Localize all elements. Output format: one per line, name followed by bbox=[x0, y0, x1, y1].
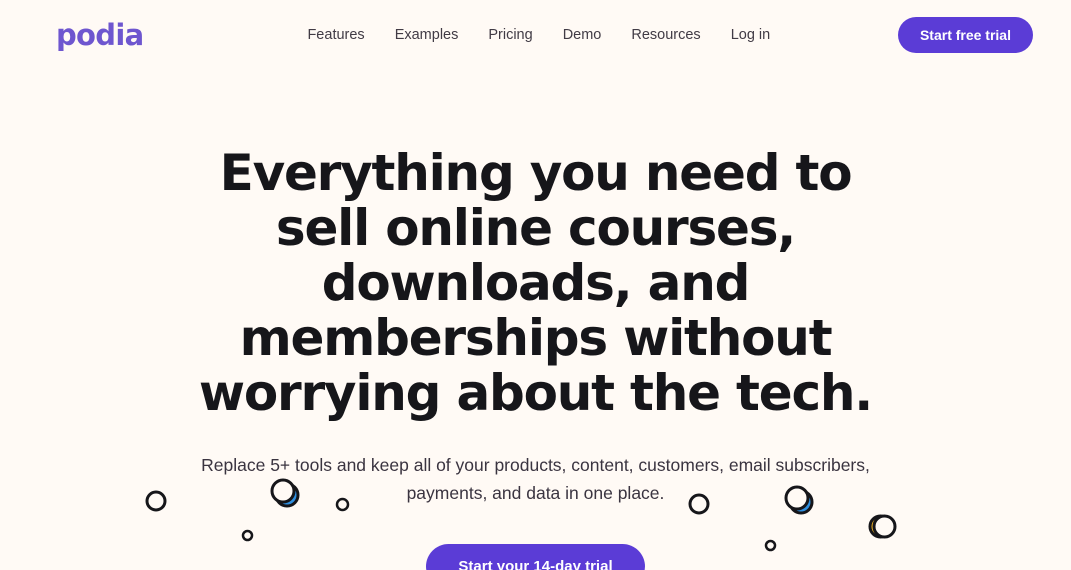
page-title: Everything you need to sell online cours… bbox=[198, 144, 873, 422]
hero-actions: Start your 14-day trial Join us for a li… bbox=[0, 543, 1071, 570]
main-navigation: Features Examples Pricing Demo Resources… bbox=[307, 28, 770, 43]
nav-item-examples[interactable]: Examples bbox=[395, 28, 459, 43]
podia-logo[interactable]: podia bbox=[56, 20, 144, 50]
nav-item-features[interactable]: Features bbox=[307, 28, 364, 43]
site-header: podia Features Examples Pricing Demo Res… bbox=[0, 0, 1071, 70]
nav-item-log-in[interactable]: Log in bbox=[731, 28, 771, 43]
header-start-free-trial-button[interactable]: Start free trial bbox=[897, 17, 1033, 53]
nav-item-demo[interactable]: Demo bbox=[563, 28, 602, 43]
hero-subtitle: Replace 5+ tools and keep all of your pr… bbox=[201, 455, 870, 504]
nav-item-resources[interactable]: Resources bbox=[631, 28, 700, 43]
nav-item-pricing[interactable]: Pricing bbox=[488, 28, 532, 43]
hero-section: Everything you need to sell online cours… bbox=[0, 70, 1071, 570]
start-trial-button[interactable]: Start your 14-day trial bbox=[426, 543, 645, 570]
